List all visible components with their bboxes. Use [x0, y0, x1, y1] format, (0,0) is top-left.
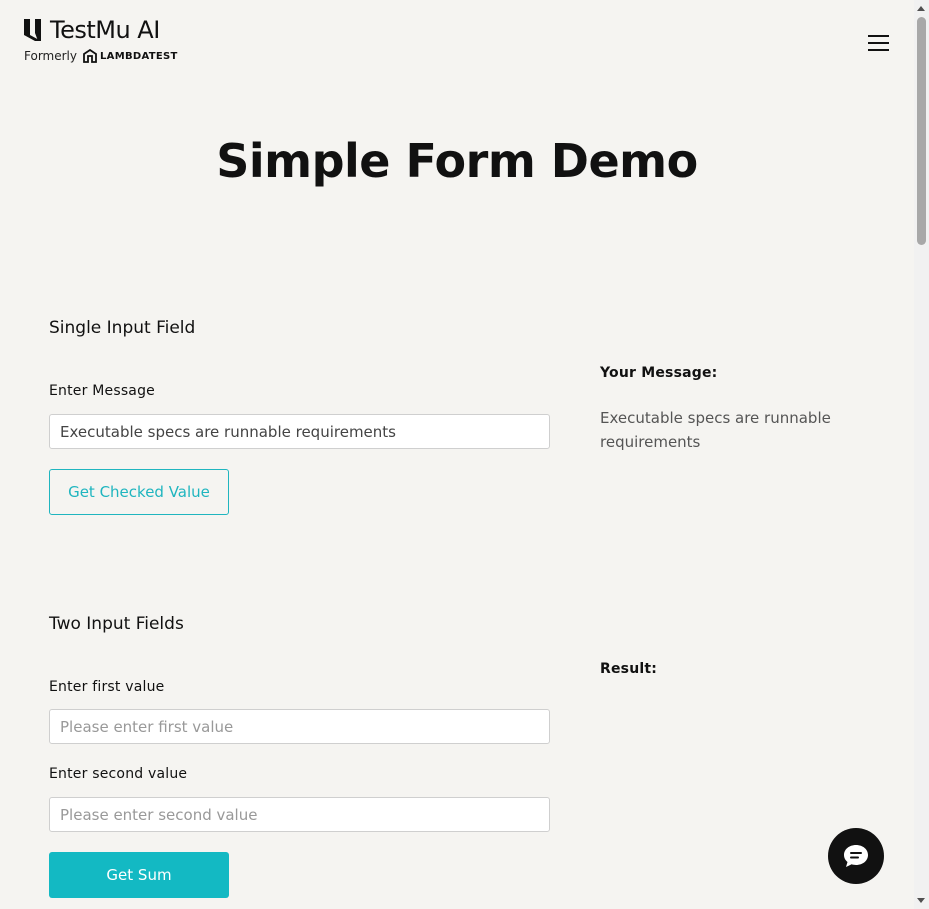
message-input[interactable] — [49, 414, 550, 449]
your-message-label: Your Message: — [600, 365, 718, 381]
lambdatest-wordmark: LAMBDATEST — [99, 50, 178, 62]
formerly-label: Formerly — [24, 49, 77, 63]
message-output: Executable specs are runnable requiremen… — [600, 409, 831, 451]
brand-logo[interactable]: TestMu AI Formerly LAMBDATEST — [24, 16, 178, 63]
chat-bubble-icon — [844, 845, 868, 867]
lambdatest-icon — [83, 49, 97, 63]
page-title: Simple Form Demo — [216, 134, 698, 188]
lambdatest-logo: LAMBDATEST — [83, 49, 178, 63]
scroll-up-arrow-icon[interactable] — [917, 6, 925, 11]
first-value-input[interactable] — [49, 709, 550, 744]
brand-name: TestMu AI — [50, 16, 160, 44]
single-input-section-title: Single Input Field — [49, 318, 196, 338]
get-sum-button[interactable]: Get Sum — [49, 852, 229, 898]
get-checked-value-button[interactable]: Get Checked Value — [49, 469, 229, 515]
page: TestMu AI Formerly LAMBDATEST Simple For… — [0, 0, 929, 909]
enter-message-label: Enter Message — [49, 383, 155, 399]
scroll-thumb[interactable] — [917, 17, 926, 245]
chat-button[interactable] — [828, 828, 884, 884]
first-value-label: Enter first value — [49, 679, 165, 695]
page-scrollbar[interactable] — [914, 0, 929, 909]
result-label: Result: — [600, 661, 658, 677]
scroll-down-arrow-icon[interactable] — [917, 898, 925, 903]
testmu-logo-icon — [24, 19, 41, 41]
two-input-section-title: Two Input Fields — [49, 614, 184, 634]
second-value-input[interactable] — [49, 797, 550, 832]
second-value-label: Enter second value — [49, 766, 188, 782]
hamburger-menu-icon[interactable] — [866, 33, 890, 53]
